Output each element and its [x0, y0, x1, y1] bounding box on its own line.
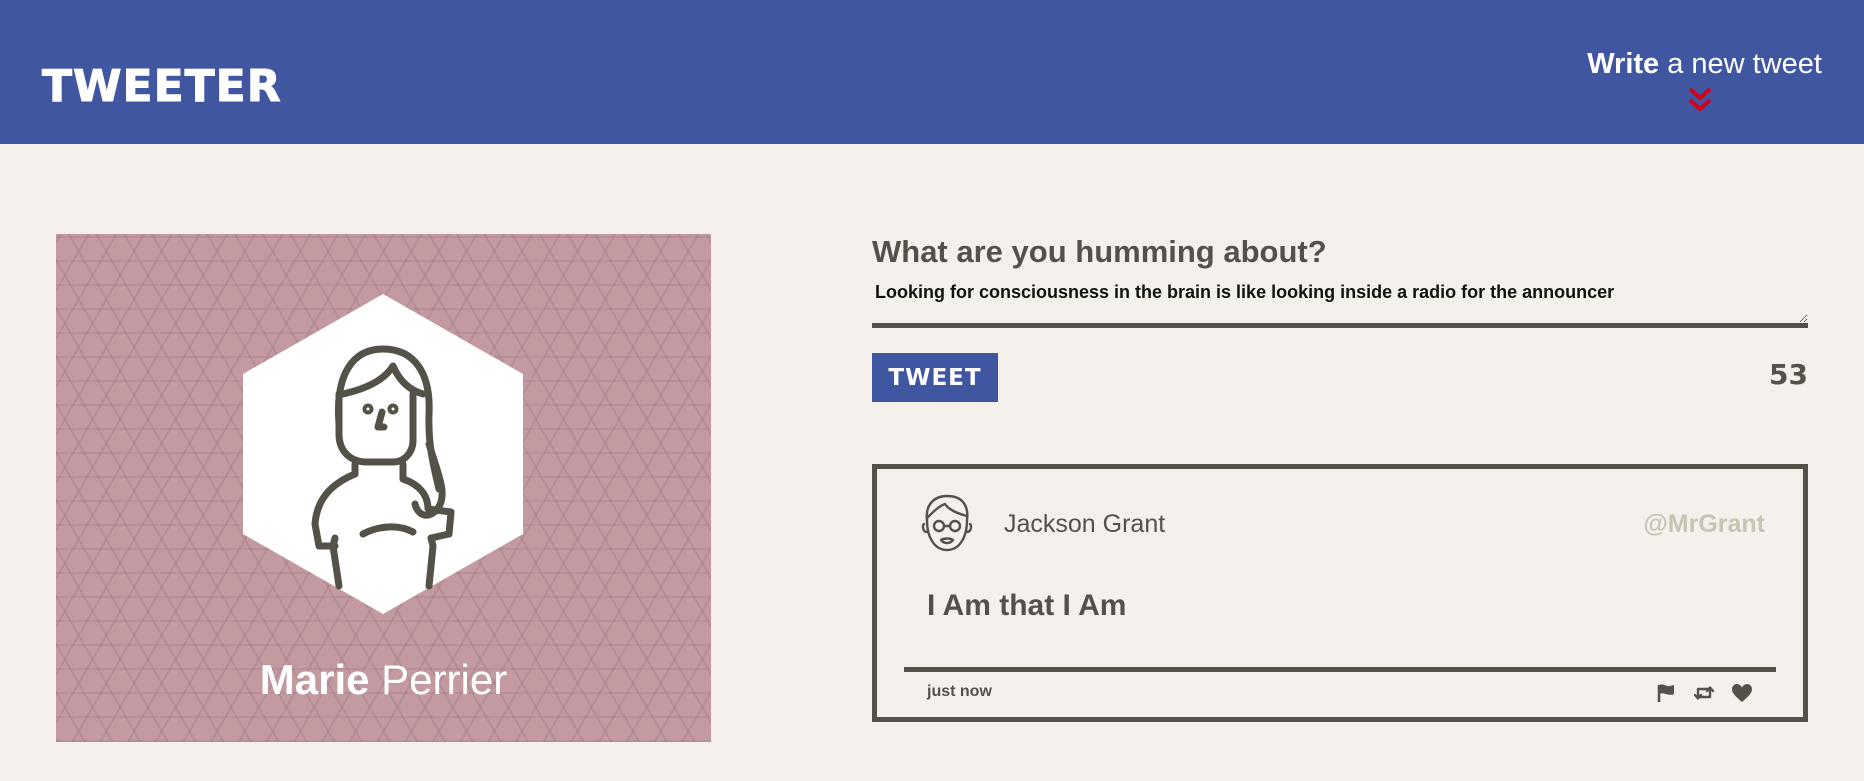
tweet-author-name: Jackson Grant: [1004, 510, 1166, 538]
new-tweet-section: What are you humming about? Looking for …: [872, 230, 1808, 402]
profile-last-name: Perrier: [369, 656, 508, 703]
tweet-author-handle: @MrGrant: [1643, 510, 1765, 538]
flag-icon[interactable]: [1655, 683, 1677, 703]
nav-bar: TWEETER Write a new tweet: [0, 0, 1864, 144]
profile-avatar: [243, 294, 523, 614]
tweet-timestamp: just now: [927, 683, 992, 700]
compose-title: What are you humming about?: [872, 234, 1327, 269]
user-avatar-icon: [921, 494, 973, 552]
write-new-tweet-label: Write a new tweet: [1587, 44, 1822, 84]
write-label-rest: a new tweet: [1659, 48, 1822, 80]
retweet-icon[interactable]: [1693, 683, 1715, 703]
profile-first-name: Marie: [259, 656, 370, 703]
tweet-card: Jackson Grant @MrGrant I Am that I Am ju…: [872, 464, 1808, 722]
tweet-button[interactable]: TWEET: [872, 353, 998, 402]
write-new-tweet-toggle[interactable]: Write a new tweet: [1587, 44, 1822, 112]
tweet-textarea[interactable]: Looking for consciousness in the brain i…: [872, 278, 1808, 328]
write-label-bold: Write: [1587, 48, 1660, 80]
tweet-content: I Am that I Am: [927, 589, 1127, 622]
profile-card: Marie Perrier: [56, 234, 711, 742]
app-logo[interactable]: TWEETER: [42, 60, 282, 114]
character-counter: 53: [1769, 358, 1808, 391]
double-chevron-down-icon[interactable]: [1687, 84, 1713, 114]
tweet-divider: [904, 667, 1776, 672]
tweet-actions: [1655, 683, 1753, 703]
heart-icon[interactable]: [1731, 683, 1753, 703]
profile-name: Marie Perrier: [56, 654, 711, 706]
